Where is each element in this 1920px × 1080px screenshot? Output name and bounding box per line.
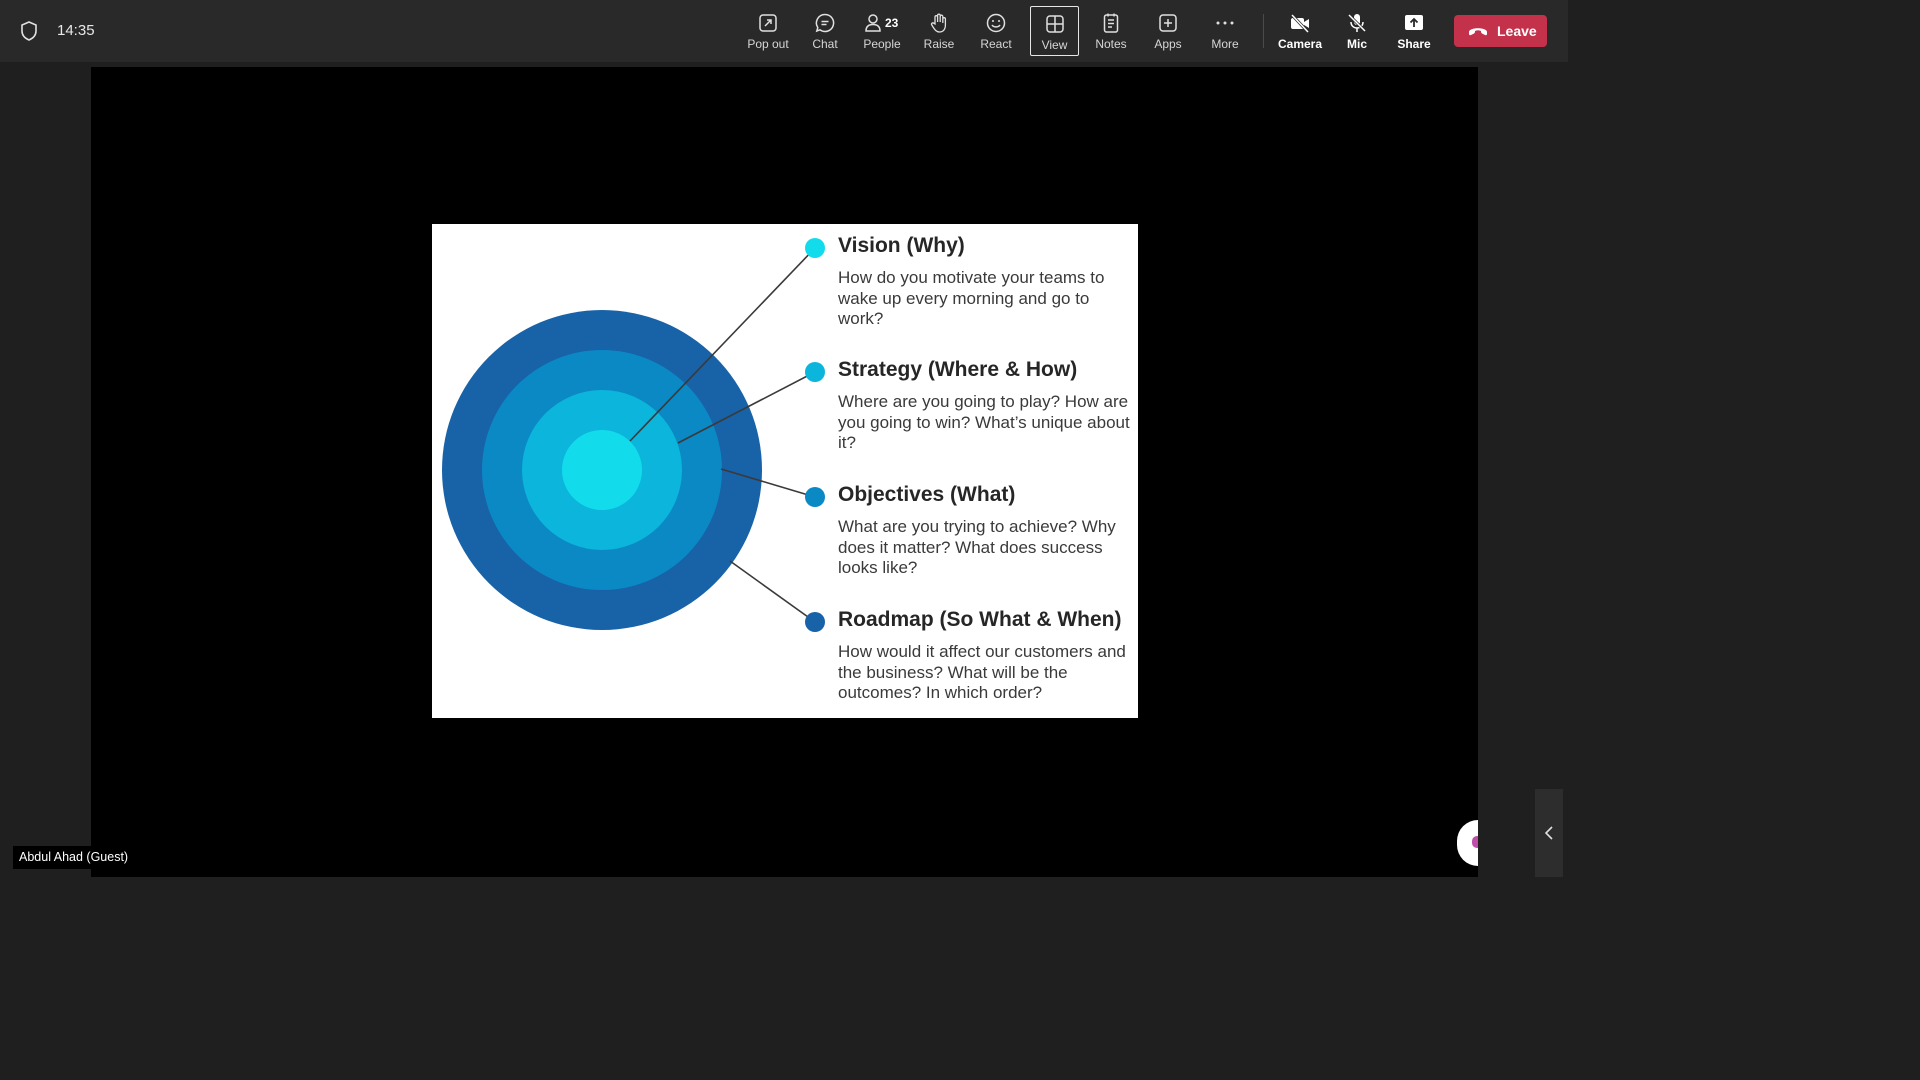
bullet-dot-objectives: [805, 487, 825, 507]
react-label: React: [980, 37, 1012, 51]
people-label: People: [863, 37, 901, 51]
mic-label: Mic: [1346, 37, 1367, 51]
people-button[interactable]: 23 People: [857, 6, 907, 56]
smiley-icon: [986, 13, 1006, 33]
view-button[interactable]: View: [1030, 6, 1079, 56]
notes-button[interactable]: Notes: [1086, 6, 1136, 56]
shared-screen-stage: Vision (Why) How do you motivate your te…: [91, 67, 1478, 877]
leave-button[interactable]: Leave: [1454, 15, 1547, 47]
leave-label: Leave: [1497, 23, 1537, 39]
raise-label: Raise: [923, 37, 955, 51]
bullet-dot-vision: [805, 238, 825, 258]
hang-up-icon: [1469, 28, 1487, 36]
target-ring-center: [562, 430, 642, 510]
bullet-dot-roadmap: [805, 612, 825, 632]
raise-hand-icon: [930, 13, 947, 33]
apps-label: Apps: [1154, 37, 1182, 51]
chevron-left-icon: [1544, 826, 1553, 840]
presentation-slide: Vision (Why) How do you motivate your te…: [432, 224, 1138, 718]
pop-out-icon: [759, 14, 777, 32]
more-dots-icon: [1216, 21, 1234, 25]
pop-out-button[interactable]: Pop out: [743, 6, 793, 56]
item-title: Vision (Why): [838, 234, 965, 257]
bullet-dot-strategy: [805, 362, 825, 382]
chat-button[interactable]: Chat: [800, 6, 850, 56]
pop-out-label: Pop out: [747, 37, 789, 51]
shield-icon[interactable]: [20, 21, 38, 41]
slide-item-strategy: Strategy (Where & How) Where are you goi…: [838, 358, 1133, 454]
camera-toggle-button[interactable]: Camera: [1275, 6, 1325, 56]
connector-line-roadmap: [729, 560, 816, 623]
meeting-toolbar: 14:35 Pop out Chat 23 People Raise React…: [0, 0, 1568, 62]
item-description: How would it affect our customers and th…: [838, 642, 1126, 702]
camera-label: Camera: [1277, 37, 1323, 51]
item-description: How do you motivate your teams to wake u…: [838, 268, 1105, 328]
expand-panel-button[interactable]: [1535, 789, 1563, 877]
camera-off-icon: [1290, 13, 1310, 34]
more-label: More: [1211, 37, 1239, 51]
share-screen-icon: [1405, 15, 1423, 30]
add-app-icon: [1159, 14, 1177, 32]
slide-item-objectives: Objectives (What) What are you trying to…: [838, 483, 1133, 579]
notes-label: Notes: [1095, 37, 1127, 51]
item-description: What are you trying to achieve? Why does…: [838, 517, 1116, 577]
chat-label: Chat: [812, 37, 838, 51]
mic-toggle-button[interactable]: Mic: [1332, 6, 1382, 56]
layout-grid-icon: [1045, 15, 1064, 33]
people-count-badge: 23: [885, 16, 899, 30]
notes-icon: [1103, 13, 1119, 33]
view-label: View: [1041, 38, 1068, 52]
mic-off-icon: [1347, 13, 1367, 33]
presenter-name-tag: Abdul Ahad (Guest): [13, 846, 135, 869]
share-button[interactable]: Share: [1389, 6, 1439, 56]
chat-icon: [815, 13, 835, 33]
toolbar-divider: [1263, 14, 1264, 48]
people-icon: [865, 14, 881, 32]
item-description: Where are you going to play? How are you…: [838, 392, 1130, 452]
item-title: Objectives (What): [838, 483, 1016, 506]
slide-item-roadmap: Roadmap (So What & When) How would it af…: [838, 608, 1133, 704]
apps-button[interactable]: Apps: [1143, 6, 1193, 56]
item-title: Strategy (Where & How): [838, 358, 1078, 381]
share-label: Share: [1397, 37, 1431, 51]
slide-item-vision: Vision (Why) How do you motivate your te…: [838, 234, 1133, 330]
more-button[interactable]: More: [1200, 6, 1250, 56]
item-title: Roadmap (So What & When): [838, 608, 1122, 631]
react-button[interactable]: React: [971, 6, 1021, 56]
meeting-timer: 14:35: [57, 22, 95, 39]
raise-hand-button[interactable]: Raise: [914, 6, 964, 56]
avatar: [1472, 836, 1478, 848]
